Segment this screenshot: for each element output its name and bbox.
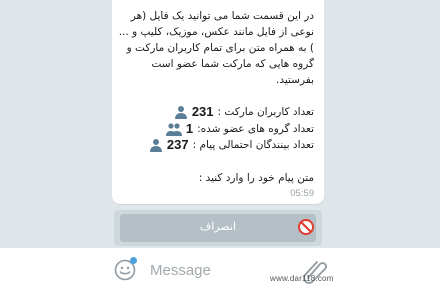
stat-market-users: تعداد کاربران مارکت : 231 xyxy=(174,104,314,119)
user-icon xyxy=(149,138,163,152)
stat-value: 237 xyxy=(166,137,189,152)
message-bubble: در این قسمت شما می توانید یک فایل (هر نو… xyxy=(112,0,324,204)
stat-viewers: تعداد بینندگان احتمالی پیام : 237 xyxy=(149,137,314,152)
no-entry-icon xyxy=(298,219,314,235)
stat-label: تعداد بینندگان احتمالی پیام : xyxy=(192,138,314,151)
input-prompt: متن پیام خود را وارد کنید : xyxy=(198,172,314,184)
message-time: 05:59 xyxy=(290,188,314,199)
user-icon xyxy=(174,105,188,119)
message-text: در این قسمت شما می توانید یک فایل (هر نو… xyxy=(118,10,314,86)
notification-dot xyxy=(130,257,137,264)
stat-label: تعداد گروه های عضو شده: xyxy=(197,122,314,135)
stat-label: تعداد کاربران مارکت : xyxy=(217,105,314,118)
group-icon xyxy=(165,122,182,136)
stat-groups: تعداد گروه های عضو شده: 1 xyxy=(165,121,314,136)
cancel-button[interactable]: انصراف xyxy=(120,214,316,242)
stat-value: 231 xyxy=(191,104,214,119)
stat-value: 1 xyxy=(185,121,194,136)
message-composer xyxy=(0,248,440,290)
message-input[interactable]: Message xyxy=(150,262,211,279)
cancel-label: انصراف xyxy=(199,220,237,233)
reply-keyboard: انصراف xyxy=(114,210,322,246)
watermark: www.dar118.com xyxy=(270,274,334,283)
